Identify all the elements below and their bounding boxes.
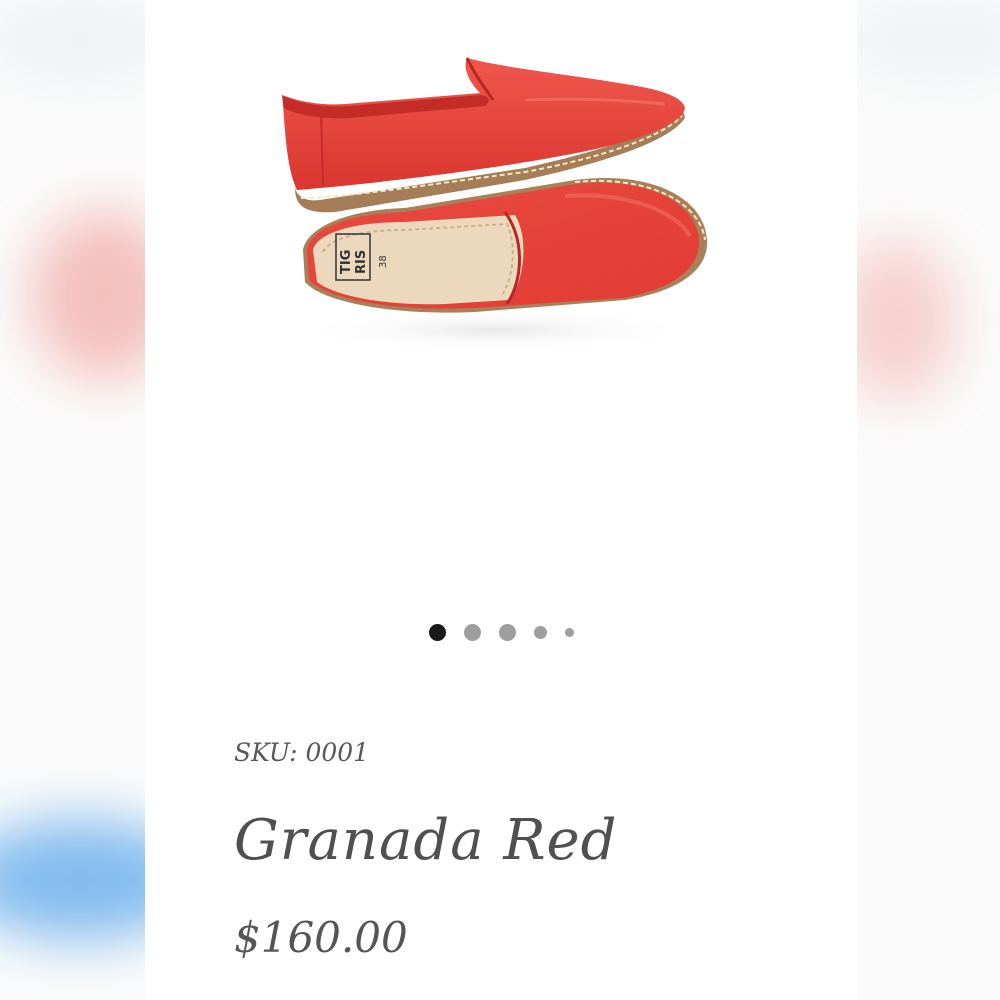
brand-label-text: TIG — [339, 250, 354, 274]
product-card: TIG RIS 38 SKU: 0001 Granada Red $160.00 — [145, 0, 857, 1000]
product-title: Granada Red — [234, 808, 618, 873]
gallery-dot-1-active[interactable] — [428, 623, 446, 641]
gallery-dot-3[interactable] — [498, 623, 516, 641]
gallery-pagination — [145, 622, 857, 642]
svg-text:RIS: RIS — [354, 250, 369, 274]
gallery-dot-2[interactable] — [463, 623, 481, 641]
product-sku: SKU: 0001 — [234, 738, 370, 767]
size-label-text: 38 — [378, 255, 389, 268]
product-image[interactable]: TIG RIS 38 — [145, 0, 857, 600]
blurred-background-right — [857, 0, 1000, 1000]
gallery-dot-5[interactable] — [564, 627, 574, 637]
product-price: $160.00 — [234, 913, 408, 962]
blurred-background-left — [0, 0, 145, 1000]
gallery-dot-4[interactable] — [533, 625, 547, 639]
shoe-shadow — [295, 308, 695, 352]
